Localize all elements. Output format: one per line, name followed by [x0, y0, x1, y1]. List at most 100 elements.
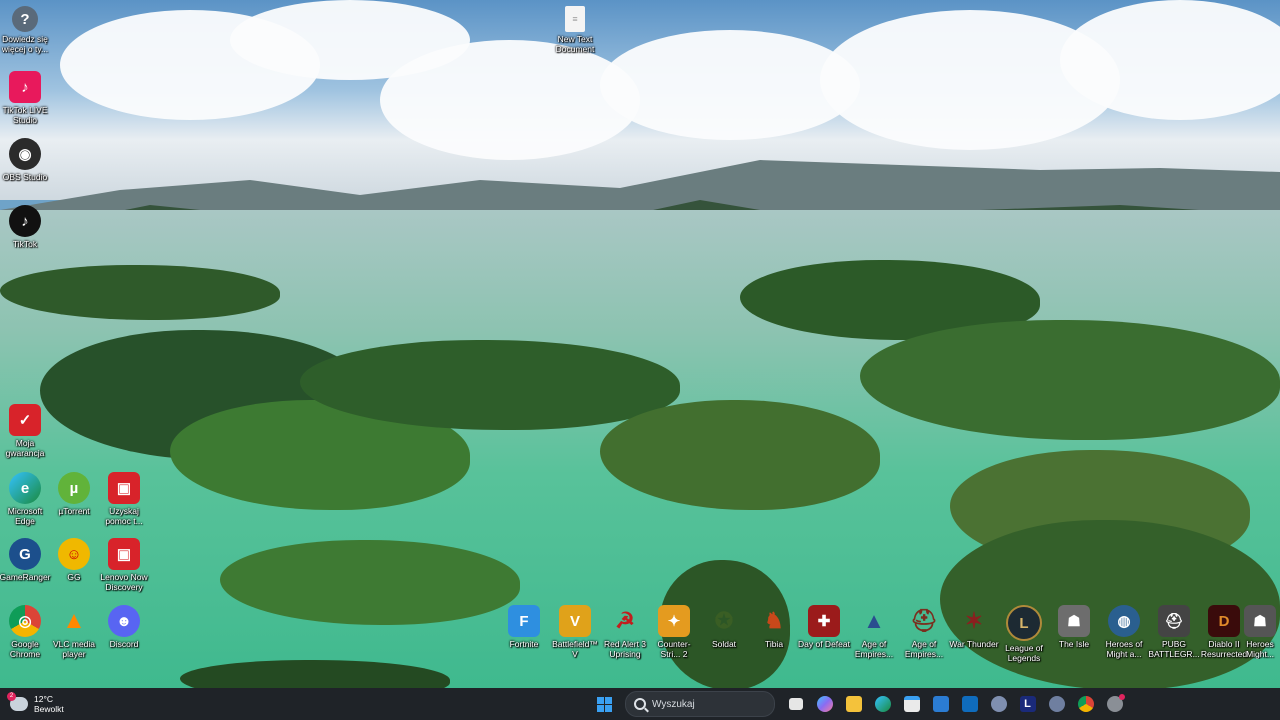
desktop-icon-heroes-2[interactable]: ☗ Heroes Might... [1240, 605, 1280, 659]
the-isle-icon: ☗ [1058, 605, 1090, 637]
taskbar-outlook[interactable] [957, 691, 983, 717]
desktop-icon-lenovo-now[interactable]: ▣ Lenovo Now Discovery [98, 538, 150, 592]
desktop-icon-label: Age of Empires... [854, 639, 894, 659]
start-button[interactable] [592, 691, 618, 717]
desktop-icon-age-of-empires[interactable]: ▲ Age of Empires... [848, 605, 900, 659]
cloud-icon: 2 [7, 692, 28, 711]
chrome-icon [1077, 696, 1094, 712]
desktop-icon-label: New Text Document [555, 34, 595, 54]
desktop-icon-label: Soldat [711, 639, 737, 649]
taskbar: 2 12°C Bewolkt Wyszukaj L [0, 688, 1280, 720]
desktop-icon-age-of-empires-2[interactable]: ⛑ Age of Empires... [898, 605, 950, 659]
taskbar-editor[interactable] [928, 691, 954, 717]
notification-badge: 2 [7, 692, 16, 701]
taskbar-copilot[interactable] [812, 691, 838, 717]
desktop-icon-gg[interactable]: ☺ GG [48, 538, 100, 582]
taskbar-edge[interactable] [870, 691, 896, 717]
app-circle-icon-2 [1048, 696, 1065, 712]
gg-icon: ☺ [58, 538, 90, 570]
taskbar-file-explorer[interactable] [841, 691, 867, 717]
taskbar-search[interactable]: Wyszukaj [625, 691, 775, 717]
desktop-icon-tibia[interactable]: ♞ Tibia [748, 605, 800, 649]
desktop-icon-label: Moja gwarancja [5, 438, 45, 458]
desktop-icon-league-of-legends[interactable]: L League of Legends [998, 605, 1050, 663]
desktop-icon-pubg[interactable]: ⛑ PUBG BATTLEGR... [1148, 605, 1200, 659]
desktop-icon-label: VLC media player [52, 639, 96, 659]
file-explorer-icon [845, 696, 862, 712]
weather-condition: Bewolkt [34, 704, 64, 714]
fortnite-icon: F [508, 605, 540, 637]
weather-temp: 12°C [34, 694, 53, 704]
desktop-icon-tiktok-live[interactable]: ♪ TikTok LIVE Studio [0, 71, 51, 125]
taskbar-chrome[interactable] [1073, 691, 1099, 717]
desktop-icon-label: The Isle [1058, 639, 1090, 649]
desktop-icon-label: Red Alert 3 Uprising [603, 639, 647, 659]
desktop-icon-discord[interactable]: ☻ Discord [98, 605, 150, 649]
desktop-icon-label: Tibia [764, 639, 784, 649]
taskbar-store[interactable] [899, 691, 925, 717]
desktop-icon-obs[interactable]: ◉ OBS Studio [0, 138, 51, 182]
search-placeholder: Wyszukaj [652, 698, 695, 710]
desktop-icon-counter-strike[interactable]: ✦ Counter-Stri... 2 [648, 605, 700, 659]
heroes-icon: ◍ [1108, 605, 1140, 637]
taskbar-center: Wyszukaj L [590, 691, 1129, 717]
desktop-icon-red-alert[interactable]: ☭ Red Alert 3 Uprising [599, 605, 651, 659]
desktop-icon-day-of-defeat[interactable]: ✚ Day of Defeat [798, 605, 850, 649]
red-alert-icon: ☭ [615, 608, 635, 633]
search-icon [634, 698, 646, 710]
desktop-icon-the-isle[interactable]: ☗ The Isle [1048, 605, 1100, 649]
settings-badge-icon [1106, 694, 1125, 712]
weather-widget[interactable]: 2 12°C Bewolkt [7, 691, 64, 717]
desktop-icon-battlefield[interactable]: V Battlefield™ V [549, 605, 601, 659]
desktop-icon-label: Dowiedz się więcej o ty... [1, 34, 49, 54]
desktop-icon-label: µTorrent [58, 506, 90, 516]
desktop-icon-gameranger[interactable]: G GameRanger [0, 538, 51, 582]
desktop-icon-label: Microsoft Edge [7, 506, 43, 526]
desktop-icon-chrome[interactable]: ◎ Google Chrome [0, 605, 51, 659]
desktop-icon-fortnite[interactable]: F Fortnite [498, 605, 550, 649]
edge-icon [874, 696, 891, 712]
text-document-icon: ≡ [565, 6, 585, 32]
tibia-icon: ♞ [764, 608, 784, 633]
age-of-empires-icon: ▲ [863, 608, 885, 633]
taskbar-app-1[interactable] [986, 691, 1012, 717]
desktop-icon-label: Lenovo Now Discovery [100, 572, 148, 592]
soldat-icon: ✪ [714, 608, 734, 633]
battlefield-icon: V [559, 605, 591, 637]
taskbar-lenovo[interactable]: L [1015, 691, 1041, 717]
counter-strike-icon: ✦ [658, 605, 690, 637]
desktop-icon-label: Heroes Might... [1246, 639, 1274, 659]
copilot-icon [816, 696, 833, 712]
discord-icon: ☻ [108, 605, 140, 637]
lenovo-now-icon: ▣ [108, 538, 140, 570]
desktop-icon-label: Counter-Stri... 2 [657, 639, 691, 659]
league-icon: L [1006, 605, 1042, 641]
desktop-icon-edge[interactable]: e Microsoft Edge [0, 472, 51, 526]
support-icon: ▣ [108, 472, 140, 504]
desktop-icon-utorrent[interactable]: µ µTorrent [48, 472, 100, 516]
taskbar-app-3[interactable] [1102, 691, 1128, 717]
war-thunder-icon: ✶ [964, 608, 984, 633]
desktop-icon-heroes[interactable]: ◍ Heroes of Might a... [1098, 605, 1150, 659]
edge-icon: e [9, 472, 41, 504]
outlook-icon [961, 696, 978, 712]
desktop-icon-war-thunder[interactable]: ✶ War Thunder [948, 605, 1000, 649]
desktop-icon-label: Google Chrome [9, 639, 41, 659]
help-icon: ? [12, 6, 38, 32]
desktop-icon-new-text-document[interactable]: ≡ New Text Document [549, 6, 601, 54]
taskbar-task-view[interactable] [783, 691, 809, 717]
desktop-icon-label: Fortnite [509, 639, 539, 649]
lenovo-l-icon: L [1019, 696, 1036, 712]
desktop-icon-label: TikTok [12, 239, 38, 249]
desktop-icon-get-help[interactable]: ? Dowiedz się więcej o ty... [0, 6, 51, 54]
diablo-icon: D [1208, 605, 1240, 637]
desktop-icon-vlc[interactable]: ▲ VLC media player [48, 605, 100, 659]
tiktok-icon: ♪ [9, 205, 41, 237]
desktop-icon-moja-gwarancja[interactable]: ✓ Moja gwarancja [0, 404, 51, 458]
task-view-icon [788, 698, 803, 710]
taskbar-app-2[interactable] [1044, 691, 1070, 717]
desktop-icon-tiktok[interactable]: ♪ TikTok [0, 205, 51, 249]
editor-icon [932, 696, 949, 712]
desktop-icon-soldat[interactable]: ✪ Soldat [698, 605, 750, 649]
desktop-icon-uzyskaj-pomoc[interactable]: ▣ Uzyskaj pomoc t... [98, 472, 150, 526]
